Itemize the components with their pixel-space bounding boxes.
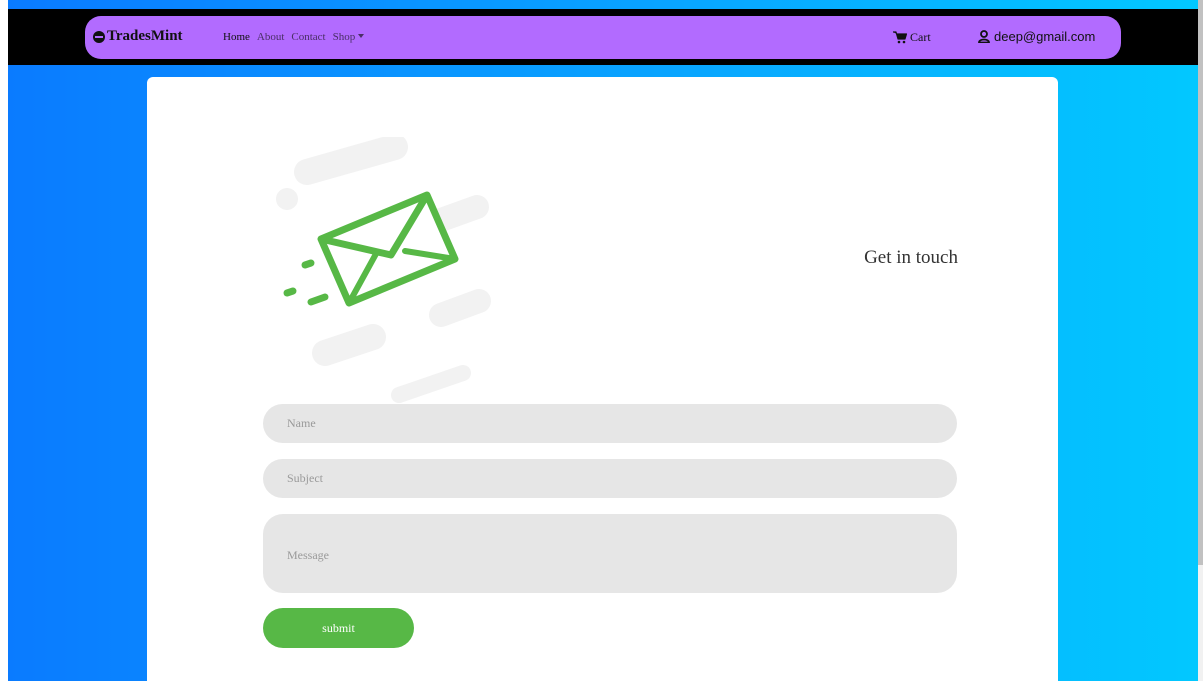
brand-logo-icon: [93, 30, 105, 43]
navbar: TradesMint Home About Contact Shop Cart …: [85, 16, 1121, 59]
nav-contact-link[interactable]: Contact: [291, 31, 325, 43]
submit-button[interactable]: submit: [263, 608, 414, 648]
scrollbar-track[interactable]: [1198, 0, 1203, 681]
nav-about-link[interactable]: About: [257, 31, 285, 43]
cart-link[interactable]: Cart: [893, 30, 931, 45]
brand[interactable]: TradesMint: [93, 28, 183, 45]
contact-heading: Get in touch: [864, 247, 958, 268]
cart-icon: [893, 31, 907, 44]
nav-shop-dropdown[interactable]: Shop: [333, 31, 365, 43]
envelope-illustration: [276, 137, 491, 403]
user-account-link[interactable]: deep@gmail.com: [978, 29, 1095, 44]
name-input[interactable]: [263, 404, 957, 443]
brand-name: TradesMint: [107, 28, 183, 44]
scrollbar-thumb[interactable]: [1198, 0, 1203, 565]
nav-shop-label: Shop: [332, 31, 356, 43]
cart-label: Cart: [910, 30, 931, 44]
contact-card: Get in touch submit: [147, 77, 1058, 681]
shop-caret-icon: [358, 34, 365, 38]
envelope-icon: [317, 191, 459, 307]
nav-home-link[interactable]: Home: [223, 31, 250, 43]
user-email: deep@gmail.com: [994, 29, 1096, 44]
message-input[interactable]: [263, 514, 957, 593]
nav-links: Home About Contact Shop: [223, 31, 365, 43]
user-icon: [978, 30, 990, 43]
subject-input[interactable]: [263, 459, 957, 498]
